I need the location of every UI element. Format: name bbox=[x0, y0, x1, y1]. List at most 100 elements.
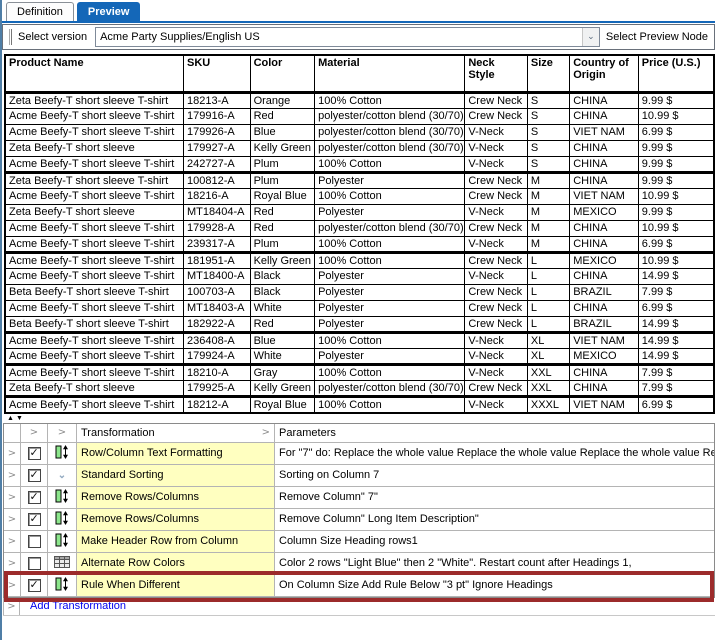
table-cell: Polyester bbox=[315, 284, 465, 300]
table-row: Acme Beefy-T short sleeve T-shirt18210-A… bbox=[5, 364, 714, 380]
transformation-row[interactable]: >Rule When DifferentOn Column Size Add R… bbox=[4, 575, 714, 597]
chevron-down-icon[interactable]: ⌄ bbox=[582, 28, 599, 46]
transformation-name[interactable]: Standard Sorting bbox=[77, 465, 275, 486]
row-expander[interactable]: > bbox=[4, 443, 21, 464]
tab-bar: Definition Preview bbox=[2, 0, 715, 23]
header-icon-col[interactable]: > bbox=[48, 424, 77, 442]
table-row: Acme Beefy-T short sleeve T-shirt179928-… bbox=[5, 220, 714, 236]
table-cell: polyester/cotton blend (30/70) bbox=[315, 108, 465, 124]
table-cell: Crew Neck bbox=[465, 284, 528, 300]
add-transformation-row: > Add Transformation bbox=[3, 598, 715, 616]
table-cell: 179925-A bbox=[184, 380, 251, 396]
table-cell: 18212-A bbox=[184, 396, 251, 413]
transformation-row[interactable]: > Make Header Row from ColumnColumn Size … bbox=[4, 531, 714, 553]
header-checkbox-col[interactable]: > bbox=[21, 424, 48, 442]
table-cell: 6.99 $ bbox=[638, 124, 714, 140]
table-cell: Acme Beefy-T short sleeve T-shirt bbox=[5, 220, 184, 236]
transformation-row[interactable]: >Row/Column Text FormattingFor "7" do: R… bbox=[4, 443, 714, 465]
transformation-grid: > > Transformation > Parameters >Row/Col… bbox=[3, 423, 715, 598]
row-expander[interactable]: > bbox=[3, 598, 20, 615]
table-cell: Acme Beefy-T short sleeve T-shirt bbox=[5, 396, 184, 413]
table-cell: 10.99 $ bbox=[638, 188, 714, 204]
tab-definition[interactable]: Definition bbox=[6, 2, 74, 21]
enabled-checkbox[interactable] bbox=[28, 579, 41, 592]
header-transformation-col[interactable]: Transformation > bbox=[77, 424, 275, 442]
table-cell: V-Neck bbox=[465, 236, 528, 252]
table-cell: 100812-A bbox=[184, 172, 251, 188]
row-expander[interactable]: > bbox=[4, 509, 21, 530]
row-expander[interactable]: > bbox=[4, 465, 21, 486]
tab-preview[interactable]: Preview bbox=[77, 2, 141, 21]
row-expander[interactable]: > bbox=[4, 553, 21, 574]
transformation-name[interactable]: Remove Rows/Columns bbox=[77, 509, 275, 530]
enabled-checkbox[interactable] bbox=[28, 557, 41, 570]
row-expander[interactable]: > bbox=[4, 487, 21, 508]
enabled-checkbox[interactable] bbox=[28, 469, 41, 482]
splitter-down-icon[interactable]: ▼ bbox=[16, 415, 23, 422]
table-cell: 6.99 $ bbox=[638, 396, 714, 413]
enabled-checkbox-cell bbox=[21, 443, 48, 464]
table-cell: 7.99 $ bbox=[638, 380, 714, 396]
table-cell: CHINA bbox=[570, 172, 639, 188]
table-cell: Polyester bbox=[315, 316, 465, 332]
transformation-parameters: Column Size Heading rows1 bbox=[275, 531, 714, 552]
transformation-name[interactable]: Alternate Row Colors bbox=[77, 553, 275, 574]
enabled-checkbox[interactable] bbox=[28, 447, 41, 460]
table-cell: CHINA bbox=[570, 108, 639, 124]
table-cell: VIET NAM bbox=[570, 188, 639, 204]
table-cell: 14.99 $ bbox=[638, 316, 714, 332]
transformation-parameters: Color 2 rows "Light Blue" then 2 "White"… bbox=[275, 553, 714, 574]
transformation-row[interactable]: > Remove Rows/ColumnsRemove Column" Long … bbox=[4, 509, 714, 531]
table-cell: Polyester bbox=[315, 348, 465, 364]
table-cell: Black bbox=[250, 268, 315, 284]
table-row: Zeta Beefy-T short sleeveMT18404-ARedPol… bbox=[5, 204, 714, 220]
table-cell: XL bbox=[527, 348, 569, 364]
transformation-row[interactable]: >Remove Rows/ColumnsRemove Column" 7" bbox=[4, 487, 714, 509]
parameters-column-label: Parameters bbox=[279, 427, 336, 439]
table-cell: MT18403-A bbox=[184, 300, 251, 316]
table-cell: Orange bbox=[250, 92, 315, 108]
version-select[interactable]: Acme Party Supplies/English US ⌄ bbox=[95, 27, 600, 47]
table-cell: V-Neck bbox=[465, 156, 528, 172]
table-cell: S bbox=[527, 140, 569, 156]
row-expander[interactable]: > bbox=[4, 531, 21, 552]
transformation-name[interactable]: Remove Rows/Columns bbox=[77, 487, 275, 508]
table-cell: 14.99 $ bbox=[638, 268, 714, 284]
table-cell: Plum bbox=[250, 156, 315, 172]
toolbar-grip-icon[interactable] bbox=[9, 29, 12, 45]
splitter-up-icon[interactable]: ▲ bbox=[7, 415, 14, 422]
header-parameters-col[interactable]: Parameters bbox=[275, 424, 714, 442]
table-cell: Zeta Beefy-T short sleeve T-shirt bbox=[5, 92, 184, 108]
transformation-icon-cell bbox=[48, 553, 77, 574]
add-transformation-link[interactable]: Add Transformation bbox=[20, 600, 126, 612]
column-header: Size bbox=[527, 55, 569, 92]
pane-splitter[interactable]: ▲ ▼ bbox=[2, 414, 715, 423]
transformation-row[interactable]: >⌄Standard SortingSorting on Column 7 bbox=[4, 465, 714, 487]
table-cell: S bbox=[527, 156, 569, 172]
table-cell: Acme Beefy-T short sleeve T-shirt bbox=[5, 108, 184, 124]
table-row: Acme Beefy-T short sleeve T-shirt179924-… bbox=[5, 348, 714, 364]
table-cell: 14.99 $ bbox=[638, 348, 714, 364]
enabled-checkbox[interactable] bbox=[28, 513, 41, 526]
table-cell: 9.99 $ bbox=[638, 172, 714, 188]
transformation-name[interactable]: Rule When Different bbox=[77, 575, 275, 596]
table-row: Zeta Beefy-T short sleeve179927-AKelly G… bbox=[5, 140, 714, 156]
transformation-parameters: Remove Column" Long Item Description" bbox=[275, 509, 714, 530]
chevron-right-icon: > bbox=[8, 536, 16, 547]
table-cell: 100% Cotton bbox=[315, 188, 465, 204]
table-cell: 6.99 $ bbox=[638, 300, 714, 316]
table-cell: V-Neck bbox=[465, 140, 528, 156]
transformation-name[interactable]: Row/Column Text Formatting bbox=[77, 443, 275, 464]
transformation-row[interactable]: > Alternate Row ColorsColor 2 rows "Light… bbox=[4, 553, 714, 575]
select-preview-node-label: Select Preview Node bbox=[604, 31, 710, 43]
table-row: Zeta Beefy-T short sleeve T-shirt18213-A… bbox=[5, 92, 714, 108]
enabled-checkbox-cell bbox=[21, 465, 48, 486]
enabled-checkbox[interactable] bbox=[28, 491, 41, 504]
table-cell: White bbox=[250, 348, 315, 364]
transformation-name[interactable]: Make Header Row from Column bbox=[77, 531, 275, 552]
enabled-checkbox[interactable] bbox=[28, 535, 41, 548]
table-cell: VIET NAM bbox=[570, 332, 639, 348]
row-expander[interactable]: > bbox=[4, 575, 21, 596]
table-cell: Blue bbox=[250, 124, 315, 140]
table-cell: Red bbox=[250, 108, 315, 124]
